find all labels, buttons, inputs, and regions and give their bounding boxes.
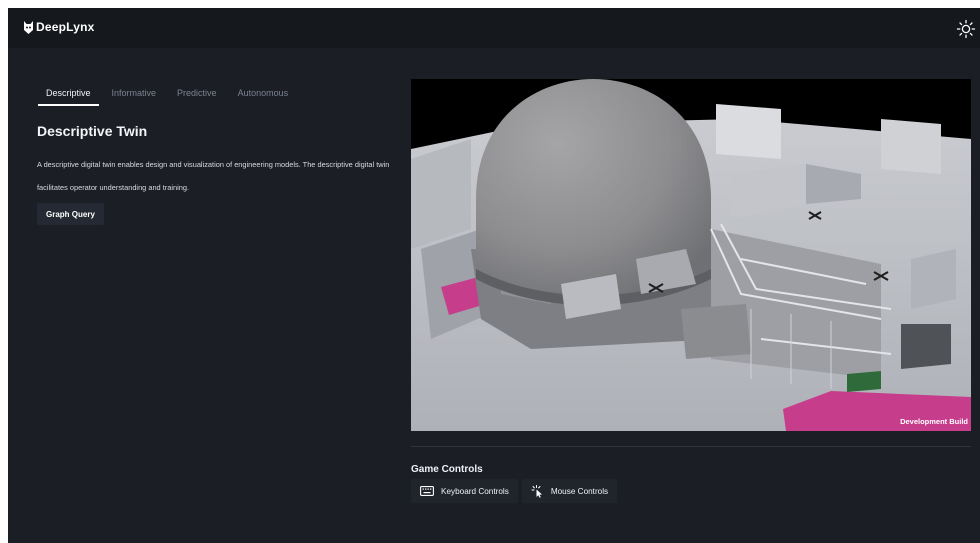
keyboard-controls-label: Keyboard Controls — [441, 486, 509, 496]
plant-scene-image — [411, 79, 971, 431]
app-logo[interactable]: DeepLynx — [24, 20, 95, 34]
game-controls-heading: Game Controls — [411, 464, 483, 475]
sun-icon — [956, 19, 976, 39]
mouse-click-icon — [531, 484, 542, 498]
app-frame: DeepLynx Descriptive Informative Predict… — [8, 8, 980, 543]
mouse-controls-label: Mouse Controls — [550, 486, 609, 496]
mouse-controls-button[interactable]: Mouse Controls — [521, 479, 618, 503]
tab-informative[interactable]: Informative — [104, 86, 165, 106]
theme-toggle-button[interactable] — [956, 19, 976, 39]
keyboard-icon — [420, 486, 434, 496]
game-controls-buttons: Keyboard Controls Mouse Controls — [411, 479, 618, 503]
page-title: Descriptive Twin — [37, 123, 148, 139]
keyboard-controls-button[interactable]: Keyboard Controls — [411, 479, 518, 503]
3d-viewport[interactable]: Development Build — [411, 79, 971, 431]
tab-autonomous[interactable]: Autonomous — [230, 86, 297, 106]
top-bar: DeepLynx — [8, 8, 980, 48]
app-name: DeepLynx — [36, 20, 95, 34]
graph-query-button[interactable]: Graph Query — [37, 203, 104, 225]
section-divider — [411, 446, 971, 447]
twin-type-tabs: Descriptive Informative Predictive Auton… — [38, 86, 301, 106]
lynx-logo-icon — [24, 20, 33, 34]
twin-description: A descriptive digital twin enables desig… — [37, 160, 390, 192]
development-build-watermark: Development Build — [900, 417, 968, 426]
tab-predictive[interactable]: Predictive — [169, 86, 225, 106]
tab-descriptive[interactable]: Descriptive — [38, 86, 99, 106]
